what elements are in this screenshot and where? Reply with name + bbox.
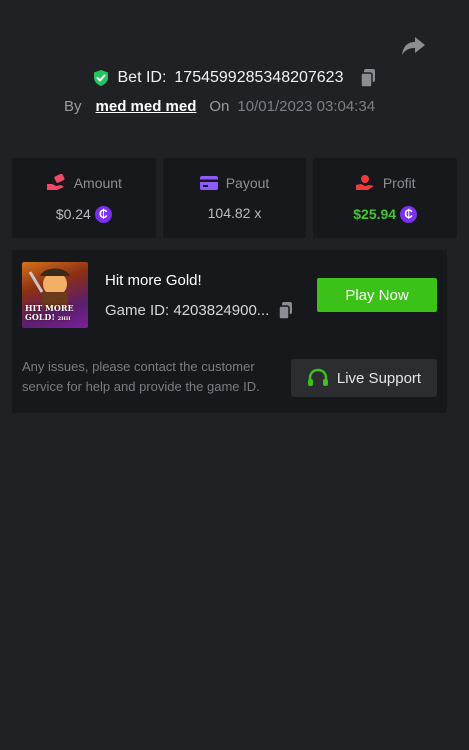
copy-icon[interactable] <box>359 68 377 88</box>
stat-payout-label: Payout <box>225 175 270 191</box>
game-thumbnail-text: HIT MORE GOLD! 2HH <box>25 303 74 323</box>
stat-profit: Profit $25.94 ₵ <box>313 158 458 238</box>
coin-icon: ₵ <box>94 205 112 223</box>
on-label: On <box>209 98 230 115</box>
by-label: By <box>64 98 82 115</box>
stat-amount-label: Amount <box>73 174 122 191</box>
stat-profit-label: Profit <box>382 174 416 191</box>
hand-money-icon <box>46 173 65 190</box>
share-icon[interactable] <box>400 34 426 58</box>
bet-detail-page: Bet ID: 1754599285348207623 By med med m… <box>0 0 469 750</box>
game-card: HIT MORE GOLD! 2HH Hit more Gold! Game I… <box>12 250 447 413</box>
bet-id-row: Bet ID: 1754599285348207623 <box>0 68 469 88</box>
bet-meta-row: By med med med On 10/01/2023 03:04:34 <box>64 98 375 115</box>
game-thumbnail[interactable]: HIT MORE GOLD! 2HH <box>22 262 88 328</box>
stat-amount: Amount $0.24 ₵ <box>12 158 156 238</box>
card-icon <box>199 176 218 190</box>
bet-id-value: 1754599285348207623 <box>174 69 344 86</box>
username-link[interactable]: med med med <box>96 98 197 115</box>
stat-profit-value: $25.94 <box>353 206 397 222</box>
bet-stats: Amount $0.24 ₵ Payout 104.82 x Profit $2… <box>12 158 458 238</box>
coin-hand-icon <box>355 174 374 190</box>
stat-payout: Payout 104.82 x <box>162 158 307 238</box>
verified-shield-icon <box>92 69 110 87</box>
support-help-text: Any issues, please contact the customer … <box>22 359 260 394</box>
copy-icon[interactable] <box>277 301 294 320</box>
live-support-button[interactable]: Live Support <box>291 359 437 397</box>
stat-payout-value: 104.82 x <box>207 205 262 221</box>
bet-id-label: Bet ID: <box>117 69 167 86</box>
game-id-value: 4203824900... <box>173 302 270 319</box>
game-id-row: Game ID: 4203824900... <box>105 301 294 320</box>
stat-amount-value: $0.24 <box>55 206 91 222</box>
play-now-button[interactable]: Play Now <box>317 278 437 312</box>
headset-icon <box>307 368 328 386</box>
game-title: Hit more Gold! <box>105 272 202 289</box>
coin-icon: ₵ <box>400 205 418 223</box>
bet-datetime: 10/01/2023 03:04:34 <box>237 98 376 115</box>
live-support-label: Live Support <box>336 369 422 387</box>
game-id-label: Game ID: <box>105 302 170 319</box>
